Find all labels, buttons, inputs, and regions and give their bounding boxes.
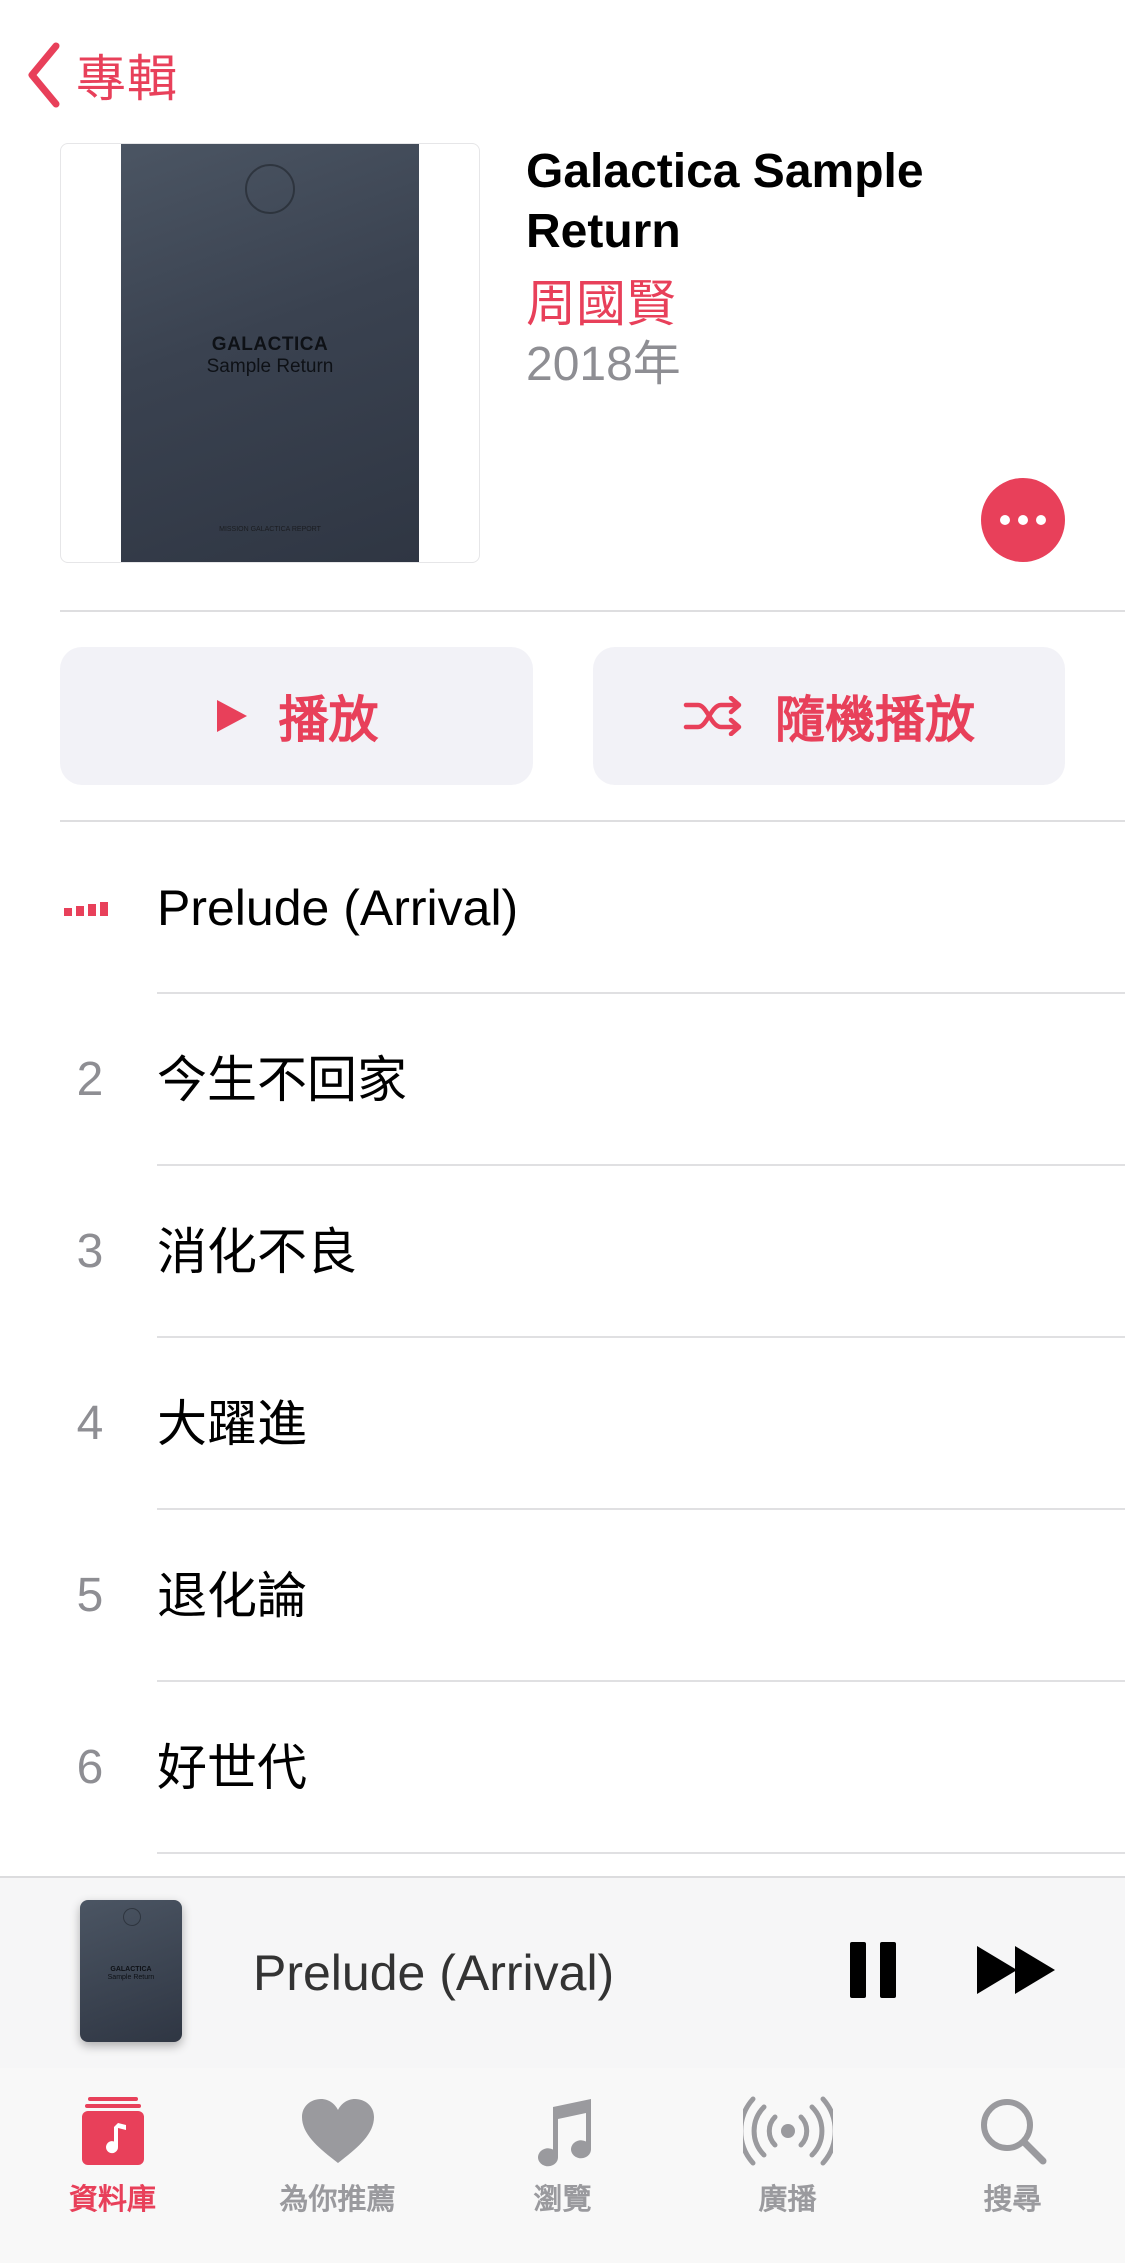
tab-radio[interactable]: 廣播 bbox=[675, 2088, 900, 2238]
track-row[interactable]: 2 今生不回家 bbox=[0, 994, 1125, 1166]
play-button[interactable]: 播放 bbox=[60, 647, 533, 785]
track-number: 3 bbox=[76, 1225, 104, 1278]
artwork-title-line2: Sample Return bbox=[206, 356, 334, 377]
tab-for-you[interactable]: 為你推薦 bbox=[225, 2088, 450, 2238]
shuffle-button-label: 隨機播放 bbox=[775, 692, 975, 748]
mini-player-title: Prelude (Arrival) bbox=[253, 1945, 615, 2001]
play-button-label: 播放 bbox=[278, 692, 379, 748]
track-row[interactable]: 5 退化論 bbox=[0, 1510, 1125, 1682]
track-title: 好世代 bbox=[157, 1740, 307, 1796]
track-row[interactable]: Prelude (Arrival) bbox=[0, 822, 1125, 994]
play-icon bbox=[216, 700, 247, 732]
tab-label: 資料庫 bbox=[68, 2184, 156, 2216]
album-year: 2018年 bbox=[526, 338, 681, 391]
mini-artwork-title-line2: Sample Return bbox=[107, 1974, 155, 1981]
mini-player-artwork: GALACTICA Sample Return bbox=[80, 1900, 182, 2042]
heart-icon bbox=[301, 2099, 374, 2163]
shuffle-icon bbox=[683, 696, 742, 736]
seal-icon bbox=[123, 1908, 141, 1926]
now-playing-icon bbox=[64, 900, 108, 916]
track-title: 消化不良 bbox=[157, 1224, 357, 1280]
track-row[interactable]: 4 大躍進 bbox=[0, 1338, 1125, 1510]
track-number: 5 bbox=[76, 1569, 104, 1622]
track-title: 大躍進 bbox=[157, 1396, 307, 1452]
track-row[interactable]: 3 消化不良 bbox=[0, 1166, 1125, 1338]
pause-icon bbox=[850, 1942, 866, 1998]
tab-label: 搜尋 bbox=[983, 2184, 1042, 2216]
music-note-icon bbox=[537, 2099, 591, 2167]
more-dot-icon bbox=[1000, 515, 1010, 525]
tab-search[interactable]: 搜尋 bbox=[900, 2088, 1125, 2238]
chevron-left-icon bbox=[28, 42, 60, 108]
tab-bar: 資料庫 為你推薦 瀏覽 廣播 搜尋 bbox=[0, 2068, 1125, 2263]
track-title: Prelude (Arrival) bbox=[157, 880, 519, 936]
tab-label: 廣播 bbox=[758, 2184, 817, 2216]
divider bbox=[60, 610, 1125, 612]
tab-browse[interactable]: 瀏覽 bbox=[450, 2088, 675, 2238]
more-options-button[interactable] bbox=[981, 478, 1065, 562]
shuffle-button[interactable]: 隨機播放 bbox=[593, 647, 1065, 785]
artwork-title-line1: GALACTICA bbox=[211, 334, 329, 355]
back-label: 專輯 bbox=[76, 51, 178, 107]
track-title: 今生不回家 bbox=[157, 1052, 407, 1108]
mini-player[interactable]: GALACTICA Sample Return Prelude (Arrival… bbox=[0, 1876, 1125, 2070]
tab-label: 瀏覽 bbox=[533, 2184, 592, 2216]
search-icon bbox=[980, 2099, 1046, 2165]
artwork-footer: MISSION GALACTICA REPORT bbox=[219, 526, 321, 533]
track-row[interactable]: 6 好世代 bbox=[0, 1682, 1125, 1854]
skip-forward-button[interactable] bbox=[975, 1944, 1059, 1996]
library-icon bbox=[81, 2097, 144, 2165]
track-number: 4 bbox=[76, 1397, 104, 1450]
track-number: 2 bbox=[76, 1053, 104, 1106]
seal-icon bbox=[245, 164, 295, 214]
track-title: 退化論 bbox=[157, 1568, 307, 1624]
mini-artwork-title-line1: GALACTICA bbox=[110, 1966, 152, 1973]
pause-button[interactable] bbox=[850, 1942, 896, 1998]
album-artwork: GALACTICA Sample Return MISSION GALACTIC… bbox=[60, 143, 480, 563]
tab-label: 為你推薦 bbox=[279, 2184, 396, 2216]
track-number: 6 bbox=[76, 1741, 104, 1794]
tab-library[interactable]: 資料庫 bbox=[0, 2088, 225, 2238]
back-button[interactable]: 專輯 bbox=[24, 40, 178, 110]
fast-forward-icon bbox=[977, 1946, 1055, 1994]
radio-icon bbox=[742, 2096, 833, 2166]
album-title: Galactica Sample Return bbox=[526, 145, 924, 258]
